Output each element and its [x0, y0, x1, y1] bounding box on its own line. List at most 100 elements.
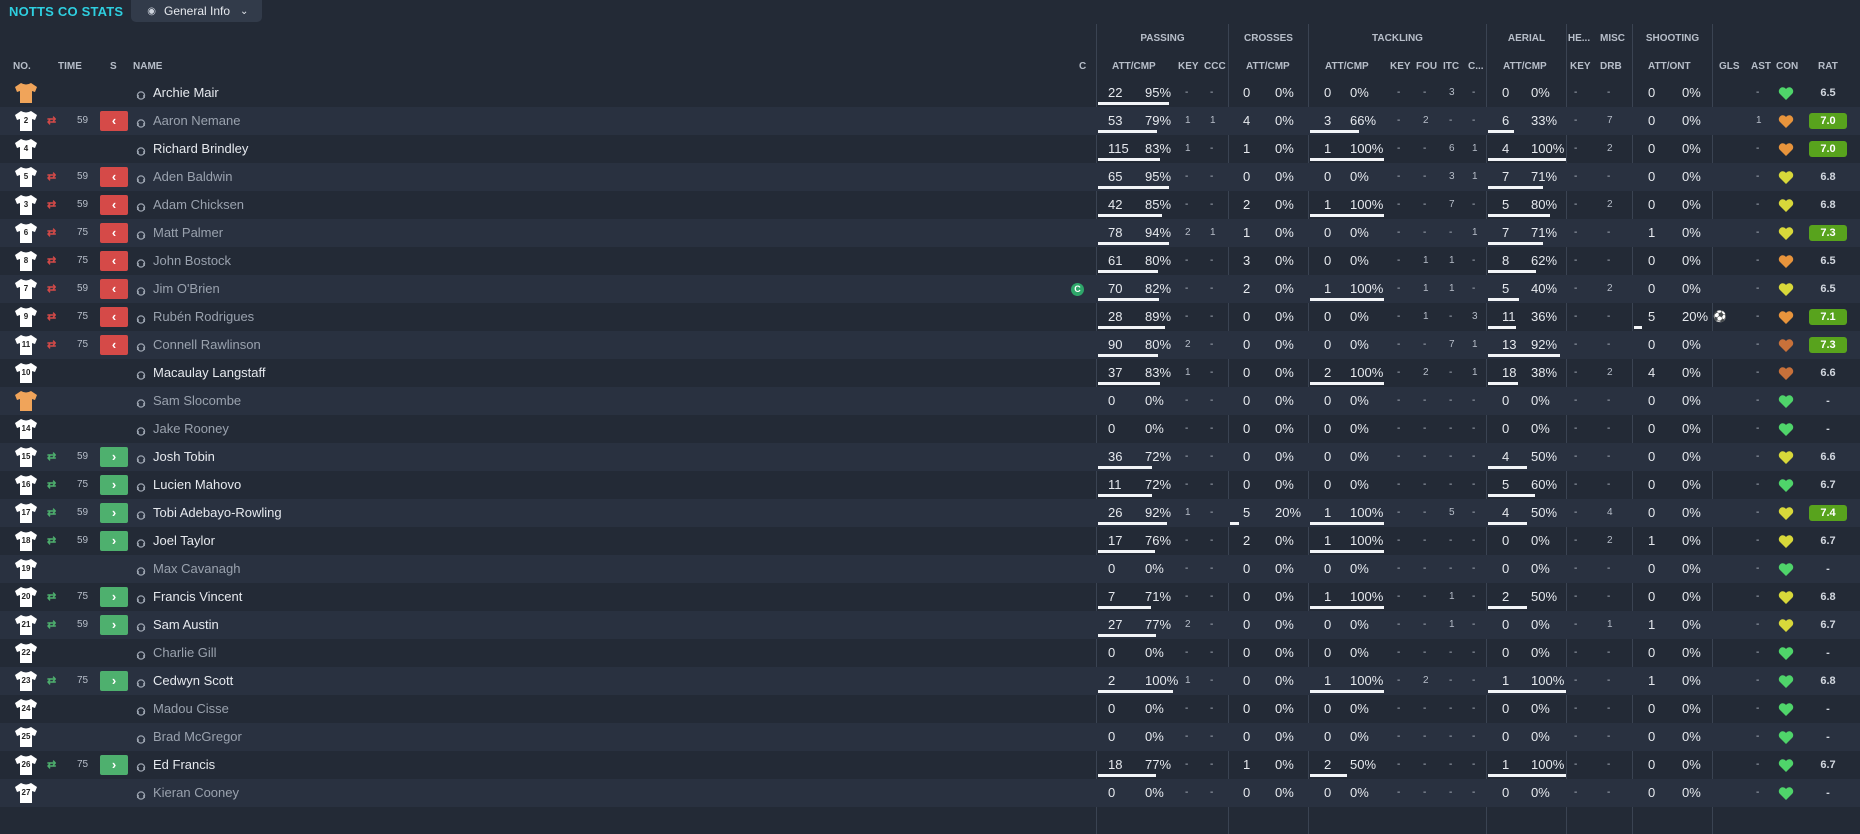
player-name[interactable]: Cedwyn Scott	[153, 667, 233, 695]
player-name[interactable]: Kieran Cooney	[153, 779, 239, 807]
substituted-on-button[interactable]: ›	[100, 447, 128, 467]
col-header-assists[interactable]: AST	[1751, 61, 1771, 72]
table-row[interactable]: 8 ⇄ 75 ‹ John Bostock 61 80% - -3 0% 0 0% -1 1-8 62% - -…	[0, 247, 1860, 275]
col-header-rating[interactable]: RAT	[1818, 61, 1838, 72]
table-row[interactable]: 6 ⇄ 75 ‹ Matt Palmer 78 94% 2 1 1 0% 0 0% - - -1 7 71% - -1…	[0, 219, 1860, 247]
table-row[interactable]: 11 ⇄ 75 ‹ Connell Rawlinson 90 80% 2-0 0% 0 0% - -7 1…	[0, 331, 1860, 359]
player-name[interactable]: Madou Cisse	[153, 695, 229, 723]
col-header-fouls[interactable]: FOU	[1416, 61, 1437, 72]
substituted-off-button[interactable]: ‹	[100, 335, 128, 355]
substituted-on-button[interactable]: ›	[100, 531, 128, 551]
col-header-condition[interactable]: CON	[1776, 61, 1798, 72]
col-header-ccc[interactable]: CCC	[1204, 61, 1226, 72]
substituted-off-button[interactable]: ‹	[100, 111, 128, 131]
player-name[interactable]: Josh Tobin	[153, 443, 215, 471]
table-row[interactable]: 10 Macaulay Langstaff 37 83% 1-0 0% 2 100% -2-1 1…	[0, 359, 1860, 387]
substituted-off-button[interactable]: ‹	[100, 251, 128, 271]
col-header-tackles[interactable]: ATT/CMP	[1325, 61, 1369, 72]
substituted-on-button[interactable]: ›	[100, 503, 128, 523]
player-name[interactable]: Archie Mair	[153, 79, 219, 107]
player-name[interactable]: Richard Brindley	[153, 135, 248, 163]
player-name[interactable]: Aaron Nemane	[153, 107, 240, 135]
player-name[interactable]: Sam Austin	[153, 611, 219, 639]
table-row[interactable]: 21 ⇄ 59 › Sam Austin 27 77% 2-0 0% 0 0% - -1-0 0% -1 1 0…	[0, 611, 1860, 639]
player-name[interactable]: Aden Baldwin	[153, 163, 233, 191]
table-row[interactable]: 17 ⇄ 59 › Tobi Adebayo-Rowling 26 92% 1-5 20% 1 10…	[0, 499, 1860, 527]
player-name[interactable]: Joel Taylor	[153, 527, 215, 555]
player-name[interactable]: Sam Slocombe	[153, 387, 241, 415]
table-row[interactable]: 3 ⇄ 59 ‹ Adam Chicksen 42 85% - -2 0% 1 100% - -7-5 80…	[0, 191, 1860, 219]
col-header-time[interactable]: TIME	[58, 61, 82, 72]
cross-completion: 0%	[1275, 281, 1294, 296]
table-row[interactable]: Archie Mair 22 95% - -0 0% 0 0% - -3-0 0% - -0 0% -6.5	[0, 79, 1860, 107]
shots-on-target-pct: 20%	[1682, 309, 1709, 324]
table-row[interactable]: 26 ⇄ 75 › Ed Francis 18 77% - -1 0% 2 50% - - - -1 100% -…	[0, 751, 1860, 779]
col-header-no[interactable]: NO.	[13, 61, 31, 72]
player-name[interactable]: John Bostock	[153, 247, 231, 275]
player-name[interactable]: Charlie Gill	[153, 639, 217, 667]
table-row[interactable]: 23 ⇄ 75 › Cedwyn Scott 2 100% 1-0 0% 1 100% -2- -1 10…	[0, 667, 1860, 695]
table-row[interactable]: 2 ⇄ 59 ‹ Aaron Nemane 53 79% 1 1 4 0% 3 66% -2- -6 33% -…	[0, 107, 1860, 135]
col-header-key-headers[interactable]: KEY	[1570, 61, 1591, 72]
col-header-interceptions[interactable]: ITC	[1443, 61, 1459, 72]
substituted-on-button[interactable]: ›	[100, 587, 128, 607]
col-header-s[interactable]: S	[110, 61, 117, 72]
substituted-on-button[interactable]: ›	[100, 475, 128, 495]
col-header-dribbles[interactable]: DRB	[1600, 61, 1622, 72]
substituted-off-button[interactable]: ‹	[100, 167, 128, 187]
col-header-key-passes[interactable]: KEY	[1178, 61, 1199, 72]
col-header-passes[interactable]: ATT/CMP	[1112, 61, 1156, 72]
substituted-off-button[interactable]: ‹	[100, 195, 128, 215]
col-header-goals[interactable]: GLS	[1719, 61, 1740, 72]
view-dropdown[interactable]: ◉ General Info ⌄	[131, 0, 263, 22]
col-header-key-tackles[interactable]: KEY	[1390, 61, 1411, 72]
table-row[interactable]: 15 ⇄ 59 › Josh Tobin 36 72% - -0 0% 0 0% - - - -4 50% - -0…	[0, 443, 1860, 471]
player-name[interactable]: Lucien Mahovo	[153, 471, 241, 499]
table-row[interactable]: 16 ⇄ 75 › Lucien Mahovo 11 72% - -0 0% 0 0% - - - -5 60%…	[0, 471, 1860, 499]
table-row[interactable]: 7 ⇄ 59 ‹ Jim O'Brien C 70 82% - -2 0% 1 100% -1 1-5 40%…	[0, 275, 1860, 303]
table-row[interactable]: 20 ⇄ 75 › Francis Vincent 7 71% - -0 0% 1 100% - -1-2…	[0, 583, 1860, 611]
table-row[interactable]: 5 ⇄ 59 ‹ Aden Baldwin 65 95% - -0 0% 0 0% - -3 1 7 71% - -…	[0, 163, 1860, 191]
table-row[interactable]: 9 ⇄ 75 ‹ Rubén Rodrigues 28 89% - -0 0% 0 0% -1-3 11 3…	[0, 303, 1860, 331]
table-row[interactable]: 14 Jake Rooney 0 0% - - 0 0% 0 0% - - - - 0 0% - - 0 0% - -	[0, 415, 1860, 443]
table-row[interactable]: 4 Richard Brindley 115 83% 1-1 0% 1 100% - -6 1 4 10…	[0, 135, 1860, 163]
player-name[interactable]: Ed Francis	[153, 751, 215, 779]
player-name[interactable]: Matt Palmer	[153, 219, 223, 247]
substituted-off-button[interactable]: ‹	[100, 223, 128, 243]
cross-completion: 0%	[1275, 561, 1294, 576]
table-row[interactable]: 18 ⇄ 59 › Joel Taylor 17 76% - -2 0% 1 100% - - - -0 0% -…	[0, 527, 1860, 555]
player-name[interactable]: Brad McGregor	[153, 723, 242, 751]
table-row[interactable]: 22 Charlie Gill 0 0% - - 0 0% 0 0% - - - - 0 0% - - 0 0% - -	[0, 639, 1860, 667]
table-row[interactable]: 25 Brad McGregor 0 0% - - 0 0% 0 0% - - - - 0 0% - - 0 0% - -	[0, 723, 1860, 751]
substituted-on-button[interactable]: ›	[100, 615, 128, 635]
player-name[interactable]: Tobi Adebayo-Rowling	[153, 499, 282, 527]
col-header-clearances[interactable]: C...	[1468, 61, 1484, 72]
player-name[interactable]: Adam Chicksen	[153, 191, 244, 219]
table-row[interactable]: 27 Kieran Cooney 0 0% - - 0 0% 0 0% - - - - 0 0% - - 0 0% - -	[0, 779, 1860, 807]
substituted-on-button[interactable]: ›	[100, 671, 128, 691]
table-row[interactable]: Sam Slocombe 0 0% - - 0 0% 0 0% - - - - 0 0% - - 0 0% - -	[0, 387, 1860, 415]
tackles-attempted: 0	[1324, 785, 1332, 800]
player-name[interactable]: Connell Rawlinson	[153, 331, 261, 359]
col-header-aerial[interactable]: ATT/CMP	[1503, 61, 1547, 72]
col-header-name[interactable]: NAME	[133, 61, 162, 72]
shots-on-target-pct: 0%	[1682, 169, 1701, 184]
substituted-off-button[interactable]: ‹	[100, 307, 128, 327]
pass-completion-bar	[1098, 494, 1152, 497]
player-name[interactable]: Jake Rooney	[153, 415, 229, 443]
substituted-on-button[interactable]: ›	[100, 755, 128, 775]
person-icon	[136, 592, 146, 604]
dribbles: 2	[1607, 143, 1613, 154]
player-name[interactable]: Jim O'Brien	[153, 275, 220, 303]
col-header-shots[interactable]: ATT/ONT	[1648, 61, 1691, 72]
top-bar: NOTTS CO STATS ◉ General Info ⌄	[0, 0, 263, 22]
table-row[interactable]: 19 Max Cavanagh 0 0% - - 0 0% 0 0% - - - - 0 0% - - 0 0% - -	[0, 555, 1860, 583]
substituted-off-button[interactable]: ‹	[100, 279, 128, 299]
table-row[interactable]: 24 Madou Cisse 0 0% - - 0 0% 0 0% - - - - 0 0% - - 0 0% - -	[0, 695, 1860, 723]
player-name[interactable]: Max Cavanagh	[153, 555, 240, 583]
player-name[interactable]: Francis Vincent	[153, 583, 242, 611]
col-header-captain[interactable]: C	[1079, 61, 1086, 72]
player-name[interactable]: Macaulay Langstaff	[153, 359, 266, 387]
player-name[interactable]: Rubén Rodrigues	[153, 303, 254, 331]
col-header-crosses[interactable]: ATT/CMP	[1246, 61, 1290, 72]
